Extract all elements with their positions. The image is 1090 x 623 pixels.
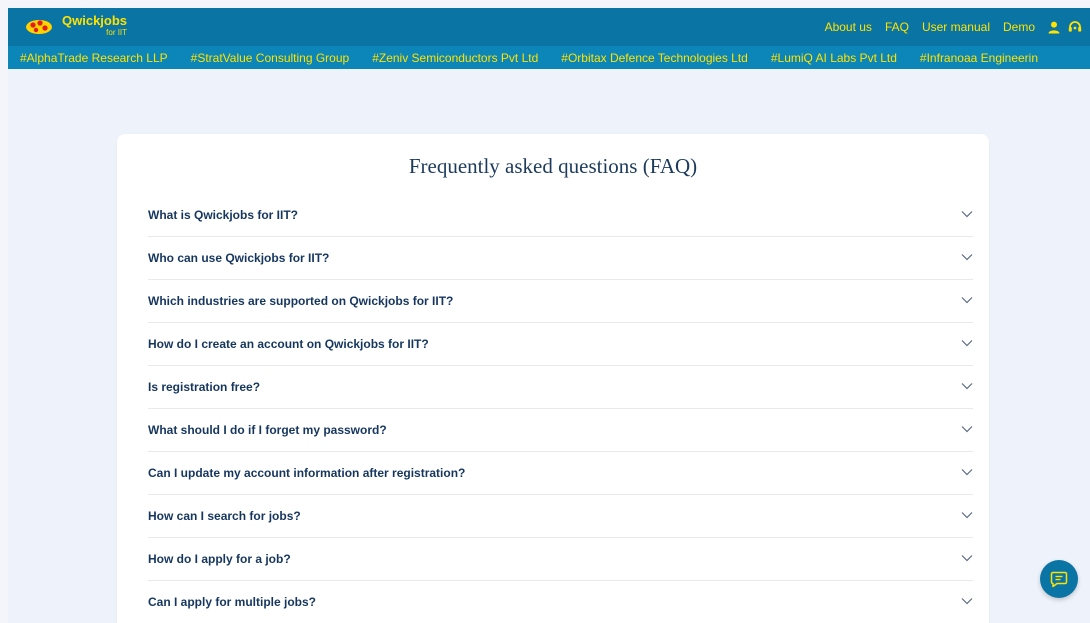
chevron-down-icon bbox=[961, 555, 973, 562]
company-link[interactable]: #AlphaTrade Research LLP bbox=[8, 51, 179, 65]
top-nav: About us FAQ User manual Demo bbox=[825, 8, 1090, 46]
chevron-down-icon bbox=[961, 254, 973, 261]
brand-name: Qwickjobs bbox=[62, 13, 128, 28]
company-link[interactable]: #Infranoaa Engineerin bbox=[908, 51, 1049, 65]
faq-question: Is registration free? bbox=[148, 380, 261, 394]
chevron-down-icon bbox=[961, 340, 973, 347]
brand[interactable]: Qwickjobs for IIT bbox=[62, 14, 127, 37]
faq-item[interactable]: Can I apply for multiple jobs? bbox=[148, 581, 973, 623]
support-icon[interactable] bbox=[1068, 20, 1082, 34]
chevron-down-icon bbox=[961, 426, 973, 433]
company-link[interactable]: #Zeniv Semiconductors Pvt Ltd bbox=[360, 51, 549, 65]
faq-item[interactable]: Is registration free? bbox=[148, 366, 973, 409]
chevron-down-icon bbox=[961, 297, 973, 304]
faq-item[interactable]: How do I apply for a job? bbox=[148, 538, 973, 581]
nav-faq-link[interactable]: FAQ bbox=[885, 20, 909, 34]
chevron-down-icon bbox=[961, 383, 973, 390]
chevron-down-icon bbox=[961, 512, 973, 519]
qwickjobs-logo-icon[interactable] bbox=[24, 15, 54, 39]
user-icon[interactable] bbox=[1048, 21, 1060, 34]
top-header: Qwickjobs for IIT About us FAQ User manu… bbox=[8, 8, 1090, 46]
faq-question: What should I do if I forget my password… bbox=[148, 423, 387, 437]
chat-button[interactable] bbox=[1040, 560, 1078, 598]
faq-item[interactable]: What is Qwickjobs for IIT? bbox=[148, 194, 973, 237]
faq-question: What is Qwickjobs for IIT? bbox=[148, 208, 299, 222]
nav-user-manual-link[interactable]: User manual bbox=[922, 20, 990, 34]
company-ticker: #AlphaTrade Research LLP #StratValue Con… bbox=[8, 46, 1090, 69]
faq-list: What is Qwickjobs for IIT? Who can use Q… bbox=[148, 194, 973, 623]
chevron-down-icon bbox=[961, 598, 973, 605]
company-link[interactable]: #Orbitax Defence Technologies Ltd bbox=[549, 51, 759, 65]
chevron-down-icon bbox=[961, 211, 973, 218]
faq-item[interactable]: Who can use Qwickjobs for IIT? bbox=[148, 237, 973, 280]
faq-item[interactable]: What should I do if I forget my password… bbox=[148, 409, 973, 452]
brand-subtitle: for IIT bbox=[106, 28, 128, 37]
nav-about-link[interactable]: About us bbox=[825, 20, 872, 34]
faq-item[interactable]: How can I search for jobs? bbox=[148, 495, 973, 538]
faq-question: Who can use Qwickjobs for IIT? bbox=[148, 251, 330, 265]
faq-item[interactable]: How do I create an account on Qwickjobs … bbox=[148, 323, 973, 366]
faq-question: Which industries are supported on Qwickj… bbox=[148, 294, 454, 308]
page-title: Frequently asked questions (FAQ) bbox=[408, 154, 698, 178]
faq-question: How do I apply for a job? bbox=[148, 552, 291, 566]
chevron-down-icon bbox=[961, 469, 973, 476]
faq-question: How can I search for jobs? bbox=[148, 509, 301, 523]
company-link[interactable]: #StratValue Consulting Group bbox=[179, 51, 361, 65]
faq-question: Can I apply for multiple jobs? bbox=[148, 595, 317, 609]
faq-question: How do I create an account on Qwickjobs … bbox=[148, 337, 429, 351]
chat-icon bbox=[1050, 571, 1068, 588]
faq-card: Frequently asked questions (FAQ) What is… bbox=[117, 134, 989, 623]
app-frame: Qwickjobs for IIT About us FAQ User manu… bbox=[8, 8, 1090, 623]
nav-demo-link[interactable]: Demo bbox=[1003, 20, 1035, 34]
faq-item[interactable]: Can I update my account information afte… bbox=[148, 452, 973, 495]
company-link[interactable]: #LumiQ AI Labs Pvt Ltd bbox=[759, 51, 908, 65]
faq-item[interactable]: Which industries are supported on Qwickj… bbox=[148, 280, 973, 323]
faq-question: Can I update my account information afte… bbox=[148, 466, 466, 480]
